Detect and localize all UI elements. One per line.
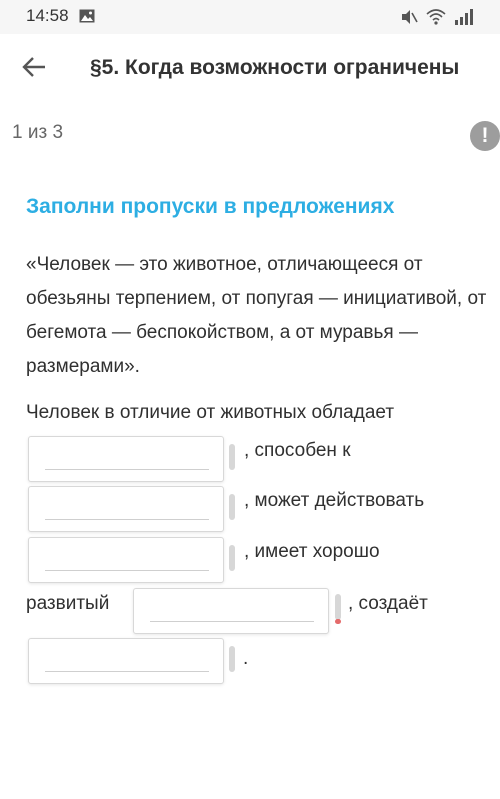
field-underline [45, 671, 209, 672]
answer-field-1[interactable] [28, 436, 224, 482]
answer-field-2[interactable] [28, 486, 224, 532]
after-blank-1: , способен к [244, 440, 351, 461]
field-underline [150, 621, 314, 622]
after-blank-3: , имеет хорошо [244, 541, 380, 562]
exclamation-icon: ! [481, 124, 489, 147]
back-button[interactable] [18, 54, 50, 84]
field-underline [45, 570, 209, 571]
answer-field-4[interactable] [133, 588, 329, 634]
report-button[interactable]: ! [470, 121, 500, 151]
field-underline [45, 519, 209, 520]
task-heading: Заполни пропуски в предложениях [26, 195, 395, 218]
after-blank-2: , может действовать [244, 490, 425, 511]
after-blank-4: , создаёт [348, 593, 428, 614]
arrow-left-icon [21, 56, 47, 83]
field-handle-warning [335, 594, 341, 624]
status-icons [400, 7, 476, 27]
after-blank-5: . [243, 648, 249, 669]
field-handle [229, 646, 235, 672]
status-bar: 14:58 [0, 0, 500, 34]
status-time: 14:58 [26, 6, 69, 25]
signal-icon [454, 8, 476, 26]
progress-counter: 1 из 3 [12, 122, 64, 143]
answer-field-3[interactable] [28, 537, 224, 583]
field-handle [229, 545, 235, 571]
field-underline [45, 469, 209, 470]
mute-icon [400, 8, 418, 26]
answer-field-5[interactable] [28, 638, 224, 684]
before-blank-4: развитый [26, 593, 110, 614]
field-handle [229, 444, 235, 470]
gallery-icon [79, 9, 95, 23]
progress-row: 1 из 3 ! [0, 104, 500, 164]
quote-text: «Человек — это животное, отличающееся от… [26, 254, 487, 377]
page-title: §5. Когда возможности ограничены [90, 56, 460, 79]
field-handle [229, 494, 235, 520]
sentence-intro: Человек в отличие от животных обладает [26, 402, 395, 423]
app-bar: §5. Когда возможности ограничены [0, 34, 500, 104]
wifi-icon [426, 8, 446, 26]
